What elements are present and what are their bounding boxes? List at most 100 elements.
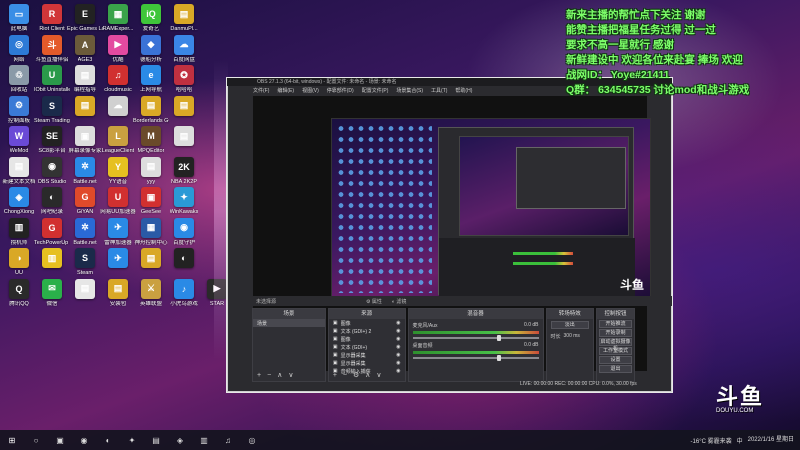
control-button[interactable]: 开始推流 — [599, 320, 632, 328]
desktop-icon[interactable]: e 上网导航 — [134, 65, 168, 93]
desktop-icon[interactable]: Q 腾讯QQ — [2, 278, 36, 307]
source-item[interactable]: ▣ 文本 (GDI+) ◉ — [329, 343, 405, 351]
desktop-icon[interactable]: ◆ 德船分析 — [134, 34, 168, 63]
desktop-icon[interactable]: ◈ ChongXiong — [2, 187, 36, 215]
desktop-icon[interactable]: ✦ WinKawaks — [167, 187, 201, 215]
visibility-eye-icon[interactable]: ◉ — [396, 328, 400, 334]
visibility-eye-icon[interactable]: ◉ — [396, 344, 400, 350]
desktop-icon[interactable]: ◉ 百度守护 — [167, 217, 201, 246]
start-button-icon[interactable]: ⊞ — [6, 434, 18, 446]
weather-widget[interactable]: -16°C 雾霾来袭 — [691, 436, 732, 445]
taskbar-app-icon[interactable]: ◉ — [78, 434, 90, 446]
desktop-icon[interactable]: ▭ 此电脑 — [2, 4, 36, 32]
taskbar-app-icon[interactable]: ◐ — [102, 434, 114, 446]
desktop-icon[interactable]: ◐ — [167, 248, 201, 270]
desktop-icon[interactable]: ▶ 优酷 — [101, 34, 135, 63]
duration-input[interactable]: 300 ms — [564, 333, 580, 340]
obs-menu-item[interactable]: 停靠部件(D) — [327, 87, 354, 94]
ime-indicator[interactable]: 中 — [737, 436, 743, 445]
control-button[interactable]: 启动虚拟摄像机 — [599, 338, 632, 352]
obs-menu-item[interactable]: 工具(T) — [431, 87, 447, 94]
desktop-icon[interactable]: ◉ OBS Studio — [35, 156, 69, 185]
desktop-icon[interactable]: ▤ DanmuPl... — [167, 4, 201, 32]
desktop-icon[interactable]: ▦ 神舟控制中心 — [134, 217, 168, 246]
control-button[interactable]: 退出 — [599, 365, 632, 373]
transition-select[interactable]: 淡出 — [550, 321, 590, 329]
desktop-icon[interactable]: ✪ 哈哈哈 — [167, 65, 201, 93]
source-item[interactable]: ▣ 图像 ◉ — [329, 319, 405, 327]
clock[interactable]: 2022/1/16 星期日 — [748, 436, 794, 444]
desktop-icon[interactable]: ▤ 编程指导 — [68, 65, 102, 93]
desktop-icon[interactable]: ▦ RAMExper... — [101, 4, 135, 32]
desktop-icon[interactable]: ♲ 回收站 — [2, 65, 36, 93]
desktop-icon[interactable]: ☁ 百度网盘 — [167, 34, 201, 63]
desktop-icon[interactable]: ▤Borderlands GOTY — [133, 95, 169, 124]
taskbar-app-icon[interactable]: ◎ — [246, 434, 258, 446]
source-item[interactable]: ▣ 图像 ◉ — [329, 335, 405, 343]
scene-item[interactable]: 场景 — [253, 319, 325, 327]
volume-slider[interactable] — [412, 355, 539, 361]
desktop-icon[interactable]: ▤ — [167, 126, 201, 148]
desktop-icon[interactable]: ☁ — [101, 95, 135, 118]
properties-button[interactable]: ⚙ 属性 — [366, 298, 382, 305]
desktop-icon[interactable]: ▤ 新建文本文档 — [2, 156, 36, 185]
preview-canvas[interactable]: 斗鱼 — [331, 118, 651, 300]
desktop-icon[interactable]: G GiYAN — [68, 187, 102, 215]
desktop-icon[interactable]: ▣ GeeSee — [134, 187, 168, 215]
obs-menu-item[interactable]: 帮助(H) — [455, 87, 472, 94]
desktop-icon[interactable]: A AGE3 — [68, 34, 102, 63]
volume-slider[interactable] — [412, 335, 539, 341]
remove-source-button[interactable]: − — [343, 371, 347, 381]
desktop-icon[interactable]: ▤ 安装包 — [101, 278, 135, 307]
control-button[interactable]: 工作室模式 — [599, 347, 632, 355]
move-up-button[interactable]: ∧ — [277, 371, 282, 381]
desktop-icon[interactable]: ✲ Battle.net — [68, 217, 102, 246]
desktop-icon[interactable]: ▤ yyy — [134, 156, 168, 185]
taskbar-app-icon[interactable]: ▣ — [54, 434, 66, 446]
desktop-icon[interactable]: ◎ 网络 — [2, 34, 36, 63]
obs-menu-item[interactable]: 配置文件(P) — [362, 87, 389, 94]
remove-scene-button[interactable]: − — [267, 371, 271, 381]
add-scene-button[interactable]: + — [257, 371, 261, 381]
desktop-icon[interactable]: S Steam — [68, 248, 102, 276]
desktop-icon[interactable]: ✉ 微信 — [35, 278, 69, 307]
obs-menu-item[interactable]: 场景集合(S) — [396, 87, 423, 94]
source-up-button[interactable]: ∧ — [365, 371, 370, 381]
desktop-icon[interactable]: ▤ — [68, 95, 102, 118]
move-down-button[interactable]: ∨ — [288, 371, 293, 381]
desktop-icon[interactable]: ✈ 雷神加速器 — [101, 217, 135, 246]
desktop-icon[interactable]: SSteam Trading Tool — [34, 95, 70, 124]
desktop-icon[interactable]: L LeagueClient — [101, 126, 135, 154]
desktop-icon[interactable]: ▤ — [134, 248, 168, 270]
desktop-icon[interactable]: ▥ — [35, 248, 69, 270]
control-button[interactable]: 开始录制 — [599, 329, 632, 337]
desktop-icon[interactable]: ⚙ 控制面板 — [2, 95, 36, 124]
desktop-icon[interactable]: M MPQEditor — [134, 126, 168, 154]
desktop-icon[interactable]: ◑ UU — [2, 248, 36, 276]
source-item[interactable]: ▣ 显示器采集 ◉ — [329, 359, 405, 367]
desktop-icon[interactable]: ▤ — [68, 278, 102, 301]
taskbar-app-icon[interactable]: ▤ — [150, 434, 162, 446]
source-item[interactable]: ▣ 文本 (GDI+) 2 ◉ — [329, 327, 405, 335]
search-icon[interactable]: ○ — [30, 434, 42, 446]
visibility-eye-icon[interactable]: ◉ — [396, 336, 400, 342]
desktop-icon[interactable]: Y YY语音 — [101, 156, 135, 185]
source-settings-button[interactable]: ⚙ — [353, 371, 359, 381]
desktop-icon[interactable]: ✈ — [101, 248, 135, 270]
desktop-icon[interactable]: ⚔ 英雄联盟 — [134, 278, 168, 307]
desktop-icon[interactable]: R Riot Client — [35, 4, 69, 32]
obs-menu-item[interactable]: 编辑(E) — [277, 87, 294, 94]
obs-menu-item[interactable]: 视图(V) — [302, 87, 319, 94]
desktop-icon[interactable]: ▤ — [167, 95, 201, 118]
obs-menu-item[interactable]: 文件(F) — [253, 87, 269, 94]
desktop-icon[interactable]: iQ 爱奇艺 — [134, 4, 168, 32]
source-item[interactable]: ▣ 显示器采集 ◉ — [329, 351, 405, 359]
visibility-eye-icon[interactable]: ◉ — [396, 320, 400, 326]
add-source-button[interactable]: + — [333, 371, 337, 381]
taskbar-app-icon[interactable]: ◈ — [174, 434, 186, 446]
desktop-icon[interactable]: ▣ 屏幕录像专家 — [68, 126, 102, 154]
source-down-button[interactable]: ∨ — [376, 371, 381, 381]
desktop-icon[interactable]: U 网易UU加速器 — [100, 187, 136, 215]
desktop-icon[interactable]: ♪ 小虎鸟游戏 — [167, 278, 201, 307]
desktop-icon[interactable]: U IObit Uninstaller — [34, 65, 70, 93]
